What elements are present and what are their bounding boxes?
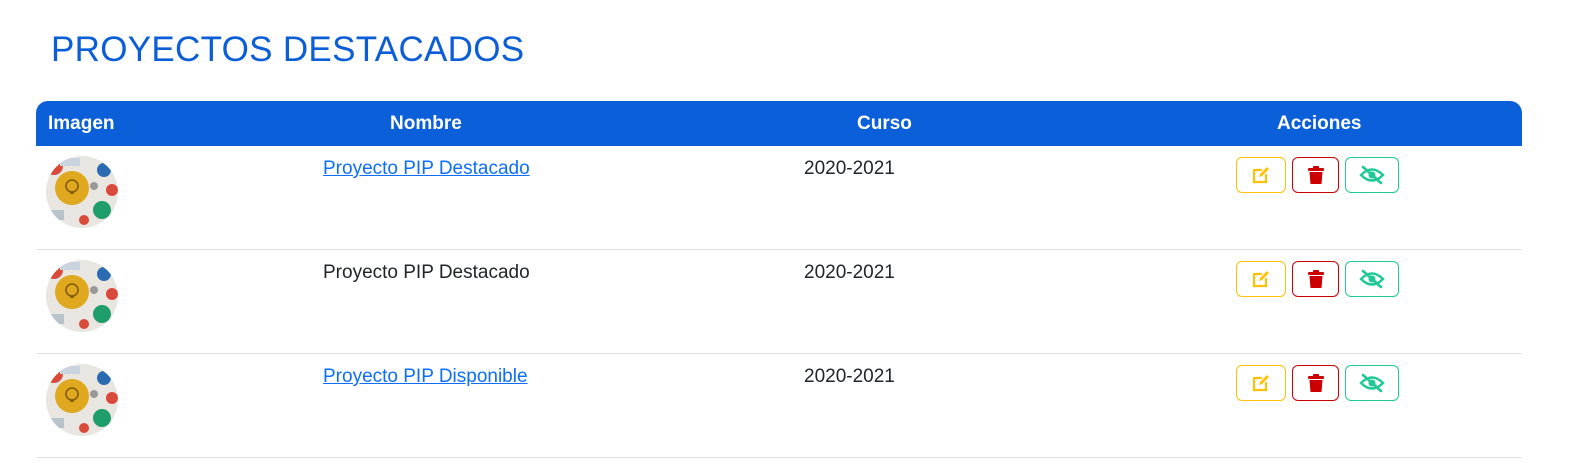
- table-row: Proyecto PIP Destacado 2020-2021: [36, 250, 1522, 354]
- trash-icon: [1307, 270, 1324, 288]
- project-name: Proyecto PIP Destacado: [323, 262, 530, 283]
- actions-cell: [1081, 146, 1522, 250]
- header-course: Curso: [857, 112, 912, 134]
- course-cell: 2020-2021: [804, 366, 895, 387]
- eye-slash-icon: [1359, 269, 1385, 289]
- image-cell: [36, 354, 166, 458]
- eye-slash-icon: [1359, 373, 1385, 393]
- header-actions: Acciones: [1277, 112, 1362, 134]
- table-row: Proyecto PIP Destacado 2020-2021: [36, 146, 1522, 250]
- delete-button[interactable]: [1292, 365, 1339, 401]
- edit-icon: [1252, 271, 1269, 288]
- page: PROYECTOS DESTACADOS Imagen Nombre Curso…: [0, 0, 1579, 466]
- edit-button[interactable]: [1236, 261, 1286, 297]
- actions-cell: [1081, 250, 1522, 354]
- project-name-link[interactable]: Proyecto PIP Disponible: [323, 366, 528, 387]
- project-thumbnail: [46, 364, 118, 436]
- delete-button[interactable]: [1292, 157, 1339, 193]
- eye-slash-icon: [1359, 165, 1385, 185]
- name-cell: Proyecto PIP Destacado: [166, 146, 686, 250]
- table-header-row: Imagen Nombre Curso Acciones: [36, 101, 1522, 146]
- edit-button[interactable]: [1236, 157, 1286, 193]
- edit-icon: [1252, 167, 1269, 184]
- trash-icon: [1307, 374, 1324, 392]
- actions-cell: [1081, 354, 1522, 458]
- delete-button[interactable]: [1292, 261, 1339, 297]
- table-row: Proyecto PIP Disponible 2020-2021: [36, 354, 1522, 458]
- header-image: Imagen: [48, 112, 115, 134]
- header-name: Nombre: [390, 112, 462, 134]
- image-cell: [36, 250, 166, 354]
- hide-button[interactable]: [1345, 157, 1399, 193]
- trash-icon: [1307, 166, 1324, 184]
- hide-button[interactable]: [1345, 365, 1399, 401]
- projects-table: Imagen Nombre Curso Acciones Proyecto PI…: [36, 101, 1522, 458]
- project-name-link[interactable]: Proyecto PIP Destacado: [323, 158, 530, 179]
- edit-button[interactable]: [1236, 365, 1286, 401]
- project-thumbnail: [46, 260, 118, 332]
- hide-button[interactable]: [1345, 261, 1399, 297]
- project-thumbnail: [46, 156, 118, 228]
- name-cell: Proyecto PIP Disponible: [166, 354, 686, 458]
- name-cell: Proyecto PIP Destacado: [166, 250, 686, 354]
- course-cell: 2020-2021: [804, 262, 895, 283]
- course-cell: 2020-2021: [804, 158, 895, 179]
- edit-icon: [1252, 375, 1269, 392]
- image-cell: [36, 146, 166, 250]
- page-title: PROYECTOS DESTACADOS: [51, 30, 525, 69]
